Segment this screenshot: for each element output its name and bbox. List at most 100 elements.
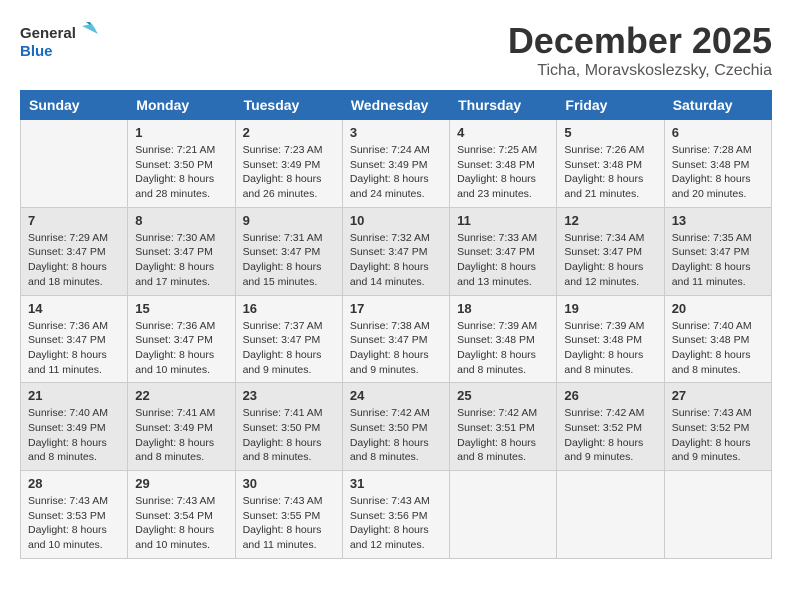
day-cell (557, 471, 664, 559)
day-cell: 12 Sunrise: 7:34 AMSunset: 3:47 PMDaylig… (557, 207, 664, 295)
header-monday: Monday (128, 91, 235, 120)
day-cell: 5 Sunrise: 7:26 AMSunset: 3:48 PMDayligh… (557, 120, 664, 208)
day-cell: 11 Sunrise: 7:33 AMSunset: 3:47 PMDaylig… (450, 207, 557, 295)
day-cell (450, 471, 557, 559)
day-info: Sunrise: 7:32 AMSunset: 3:47 PMDaylight:… (350, 231, 442, 290)
day-cell: 10 Sunrise: 7:32 AMSunset: 3:47 PMDaylig… (342, 207, 449, 295)
day-info: Sunrise: 7:39 AMSunset: 3:48 PMDaylight:… (564, 319, 656, 378)
day-cell: 26 Sunrise: 7:42 AMSunset: 3:52 PMDaylig… (557, 383, 664, 471)
calendar-table: Sunday Monday Tuesday Wednesday Thursday… (20, 90, 772, 559)
week-row-5: 28 Sunrise: 7:43 AMSunset: 3:53 PMDaylig… (21, 471, 772, 559)
header-sunday: Sunday (21, 91, 128, 120)
day-number: 14 (28, 301, 120, 316)
week-row-4: 21 Sunrise: 7:40 AMSunset: 3:49 PMDaylig… (21, 383, 772, 471)
day-cell: 3 Sunrise: 7:24 AMSunset: 3:49 PMDayligh… (342, 120, 449, 208)
week-row-2: 7 Sunrise: 7:29 AMSunset: 3:47 PMDayligh… (21, 207, 772, 295)
day-cell: 24 Sunrise: 7:42 AMSunset: 3:50 PMDaylig… (342, 383, 449, 471)
day-info: Sunrise: 7:29 AMSunset: 3:47 PMDaylight:… (28, 231, 120, 290)
day-info: Sunrise: 7:43 AMSunset: 3:54 PMDaylight:… (135, 494, 227, 553)
day-info: Sunrise: 7:39 AMSunset: 3:48 PMDaylight:… (457, 319, 549, 378)
day-number: 18 (457, 301, 549, 316)
day-number: 23 (243, 388, 335, 403)
day-number: 5 (564, 125, 656, 140)
svg-text:Blue: Blue (20, 43, 53, 60)
day-info: Sunrise: 7:38 AMSunset: 3:47 PMDaylight:… (350, 319, 442, 378)
day-info: Sunrise: 7:42 AMSunset: 3:52 PMDaylight:… (564, 406, 656, 465)
day-info: Sunrise: 7:43 AMSunset: 3:53 PMDaylight:… (28, 494, 120, 553)
month-title: December 2025 (508, 20, 772, 62)
day-info: Sunrise: 7:26 AMSunset: 3:48 PMDaylight:… (564, 143, 656, 202)
day-number: 22 (135, 388, 227, 403)
day-number: 2 (243, 125, 335, 140)
day-cell: 16 Sunrise: 7:37 AMSunset: 3:47 PMDaylig… (235, 295, 342, 383)
day-cell: 29 Sunrise: 7:43 AMSunset: 3:54 PMDaylig… (128, 471, 235, 559)
day-number: 20 (672, 301, 764, 316)
day-info: Sunrise: 7:30 AMSunset: 3:47 PMDaylight:… (135, 231, 227, 290)
header-friday: Friday (557, 91, 664, 120)
logo-svg: General Blue (20, 20, 100, 65)
day-info: Sunrise: 7:41 AMSunset: 3:50 PMDaylight:… (243, 406, 335, 465)
header-thursday: Thursday (450, 91, 557, 120)
location-subtitle: Ticha, Moravskoslezsky, Czechia (508, 62, 772, 80)
day-cell: 25 Sunrise: 7:42 AMSunset: 3:51 PMDaylig… (450, 383, 557, 471)
header-wednesday: Wednesday (342, 91, 449, 120)
week-row-1: 1 Sunrise: 7:21 AMSunset: 3:50 PMDayligh… (21, 120, 772, 208)
day-cell: 4 Sunrise: 7:25 AMSunset: 3:48 PMDayligh… (450, 120, 557, 208)
day-number: 29 (135, 476, 227, 491)
day-info: Sunrise: 7:37 AMSunset: 3:47 PMDaylight:… (243, 319, 335, 378)
day-cell: 13 Sunrise: 7:35 AMSunset: 3:47 PMDaylig… (664, 207, 771, 295)
day-cell: 2 Sunrise: 7:23 AMSunset: 3:49 PMDayligh… (235, 120, 342, 208)
day-number: 13 (672, 213, 764, 228)
day-number: 3 (350, 125, 442, 140)
day-info: Sunrise: 7:41 AMSunset: 3:49 PMDaylight:… (135, 406, 227, 465)
day-number: 4 (457, 125, 549, 140)
day-cell: 17 Sunrise: 7:38 AMSunset: 3:47 PMDaylig… (342, 295, 449, 383)
day-cell: 9 Sunrise: 7:31 AMSunset: 3:47 PMDayligh… (235, 207, 342, 295)
day-number: 17 (350, 301, 442, 316)
day-cell: 14 Sunrise: 7:36 AMSunset: 3:47 PMDaylig… (21, 295, 128, 383)
day-number: 30 (243, 476, 335, 491)
day-number: 7 (28, 213, 120, 228)
day-info: Sunrise: 7:43 AMSunset: 3:56 PMDaylight:… (350, 494, 442, 553)
day-cell: 30 Sunrise: 7:43 AMSunset: 3:55 PMDaylig… (235, 471, 342, 559)
day-cell: 18 Sunrise: 7:39 AMSunset: 3:48 PMDaylig… (450, 295, 557, 383)
page-header: General Blue December 2025 Ticha, Moravs… (20, 20, 772, 80)
day-info: Sunrise: 7:43 AMSunset: 3:55 PMDaylight:… (243, 494, 335, 553)
day-cell (664, 471, 771, 559)
day-cell: 7 Sunrise: 7:29 AMSunset: 3:47 PMDayligh… (21, 207, 128, 295)
day-cell: 22 Sunrise: 7:41 AMSunset: 3:49 PMDaylig… (128, 383, 235, 471)
day-info: Sunrise: 7:42 AMSunset: 3:51 PMDaylight:… (457, 406, 549, 465)
day-number: 15 (135, 301, 227, 316)
header-saturday: Saturday (664, 91, 771, 120)
day-info: Sunrise: 7:34 AMSunset: 3:47 PMDaylight:… (564, 231, 656, 290)
day-cell: 20 Sunrise: 7:40 AMSunset: 3:48 PMDaylig… (664, 295, 771, 383)
day-info: Sunrise: 7:23 AMSunset: 3:49 PMDaylight:… (243, 143, 335, 202)
day-number: 1 (135, 125, 227, 140)
day-number: 12 (564, 213, 656, 228)
day-info: Sunrise: 7:40 AMSunset: 3:49 PMDaylight:… (28, 406, 120, 465)
day-info: Sunrise: 7:42 AMSunset: 3:50 PMDaylight:… (350, 406, 442, 465)
day-info: Sunrise: 7:43 AMSunset: 3:52 PMDaylight:… (672, 406, 764, 465)
day-number: 28 (28, 476, 120, 491)
day-number: 8 (135, 213, 227, 228)
day-info: Sunrise: 7:21 AMSunset: 3:50 PMDaylight:… (135, 143, 227, 202)
day-cell: 8 Sunrise: 7:30 AMSunset: 3:47 PMDayligh… (128, 207, 235, 295)
day-cell: 23 Sunrise: 7:41 AMSunset: 3:50 PMDaylig… (235, 383, 342, 471)
day-number: 27 (672, 388, 764, 403)
day-number: 6 (672, 125, 764, 140)
day-cell: 27 Sunrise: 7:43 AMSunset: 3:52 PMDaylig… (664, 383, 771, 471)
day-cell: 31 Sunrise: 7:43 AMSunset: 3:56 PMDaylig… (342, 471, 449, 559)
day-cell: 19 Sunrise: 7:39 AMSunset: 3:48 PMDaylig… (557, 295, 664, 383)
week-row-3: 14 Sunrise: 7:36 AMSunset: 3:47 PMDaylig… (21, 295, 772, 383)
title-block: December 2025 Ticha, Moravskoslezsky, Cz… (508, 20, 772, 80)
day-info: Sunrise: 7:25 AMSunset: 3:48 PMDaylight:… (457, 143, 549, 202)
day-number: 9 (243, 213, 335, 228)
day-cell: 15 Sunrise: 7:36 AMSunset: 3:47 PMDaylig… (128, 295, 235, 383)
day-cell: 6 Sunrise: 7:28 AMSunset: 3:48 PMDayligh… (664, 120, 771, 208)
header-tuesday: Tuesday (235, 91, 342, 120)
day-number: 19 (564, 301, 656, 316)
day-number: 10 (350, 213, 442, 228)
day-info: Sunrise: 7:31 AMSunset: 3:47 PMDaylight:… (243, 231, 335, 290)
day-info: Sunrise: 7:35 AMSunset: 3:47 PMDaylight:… (672, 231, 764, 290)
svg-text:General: General (20, 25, 76, 42)
